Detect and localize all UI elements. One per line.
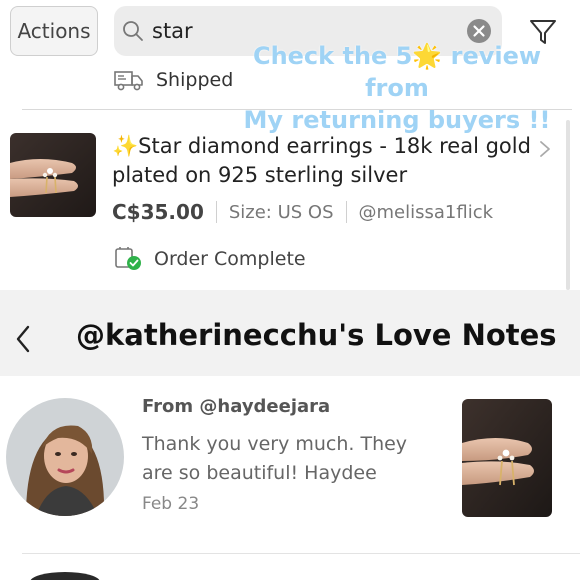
back-icon[interactable] (14, 324, 32, 354)
order-size: Size: US OS (228, 201, 334, 223)
actions-button[interactable]: Actions (10, 6, 98, 56)
order-item-thumbnail[interactable] (10, 133, 96, 217)
avatar[interactable] (6, 398, 124, 516)
truck-icon (114, 71, 143, 91)
promo-overlay-text: Check the 5🌟 review from My returning bu… (222, 40, 572, 136)
order-complete-icon (115, 247, 141, 270)
note-date: Feb 23 (142, 494, 200, 514)
page-title: @katherinecchu's Love Notes (76, 318, 557, 352)
order-item-title[interactable]: ✨Star diamond earrings - 18k real gold p… (112, 132, 532, 190)
order-seller-link[interactable]: @melissa1flick (359, 202, 494, 223)
chevron-right-icon[interactable] (538, 140, 552, 158)
note-author[interactable]: From @haydeejara (142, 396, 330, 417)
order-status-row: Order Complete (114, 245, 306, 273)
order-item-meta: C$35.00 Size: US OS @melissa1flick (112, 198, 493, 226)
order-status-label: Order Complete (154, 248, 306, 270)
divider (22, 553, 580, 554)
note-body: Thank you very much. They are so beautif… (142, 433, 408, 484)
search-icon (123, 21, 143, 41)
shipment-status-row: Shipped (114, 62, 233, 98)
meta-separator (345, 201, 347, 223)
order-price: C$35.00 (112, 200, 204, 224)
meta-separator (215, 201, 217, 223)
scrollbar[interactable] (566, 120, 570, 290)
divider (22, 109, 572, 110)
promo-line-1: Check the 5🌟 review from (252, 42, 542, 102)
note-product-photo[interactable] (462, 399, 552, 517)
